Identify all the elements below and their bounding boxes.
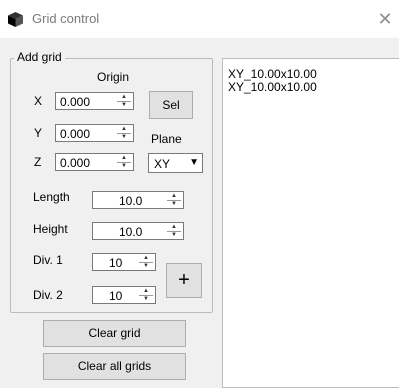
list-item[interactable]: XY_10.00x10.00 [228,80,317,94]
height-label: Height [33,222,68,236]
clear-all-grids-button[interactable]: Clear all grids [43,353,186,380]
x-label: X [34,94,43,108]
grid-listbox[interactable]: XY_10.00x10.00 XY_10.00x10.00 [222,58,399,388]
chevron-down-icon: ▼ [189,157,199,168]
spin-arrows[interactable]: ▲ ▼ [117,94,131,108]
plane-value: XY [154,157,171,171]
height-value: 10.0 [119,225,143,239]
div1-value: 10 [109,256,123,270]
spin-arrows[interactable]: ▲ ▼ [139,255,153,269]
list-item[interactable]: XY_10.00x10.00 [228,67,317,81]
close-button[interactable]: ✕ [371,5,399,33]
y-origin-spinbox[interactable]: 0.000 ▲ ▼ [55,124,134,142]
spin-arrows[interactable]: ▲ ▼ [117,126,131,140]
origin-label: Origin [97,70,130,84]
div2-spinbox[interactable]: 10 ▲ ▼ [92,286,156,304]
close-icon: ✕ [377,9,393,29]
y-origin-value: 0.000 [60,127,91,141]
box-icon [8,12,23,27]
sel-button[interactable]: Sel [149,91,193,119]
title-bar: Grid control ✕ [0,0,399,38]
height-spinbox[interactable]: 10.0 ▲ ▼ [92,222,184,240]
div2-value: 10 [109,289,123,303]
div1-spinbox[interactable]: 10 ▲ ▼ [92,253,156,271]
spin-arrows[interactable]: ▲ ▼ [167,224,181,238]
y-label: Y [34,126,43,140]
spin-arrows[interactable]: ▲ ▼ [117,155,131,169]
z-origin-spinbox[interactable]: 0.000 ▲ ▼ [55,153,134,171]
z-label: Z [34,155,42,169]
add-grid-button[interactable]: + [166,263,202,298]
x-origin-spinbox[interactable]: 0.000 ▲ ▼ [55,92,134,110]
clear-grid-button[interactable]: Clear grid [43,320,186,347]
div2-label: Div. 2 [33,288,63,302]
plane-label: Plane [151,132,182,146]
plane-select[interactable]: XY ▼ [148,153,203,173]
length-spinbox[interactable]: 10.0 ▲ ▼ [92,191,184,209]
add-grid-legend: Add grid [14,50,65,64]
length-value: 10.0 [119,194,143,208]
div1-label: Div. 1 [33,253,63,267]
spin-arrows[interactable]: ▲ ▼ [167,193,181,207]
length-label: Length [33,190,70,204]
z-origin-value: 0.000 [60,156,91,170]
window-title: Grid control [32,11,100,26]
x-origin-value: 0.000 [60,95,91,109]
spin-arrows[interactable]: ▲ ▼ [139,288,153,302]
